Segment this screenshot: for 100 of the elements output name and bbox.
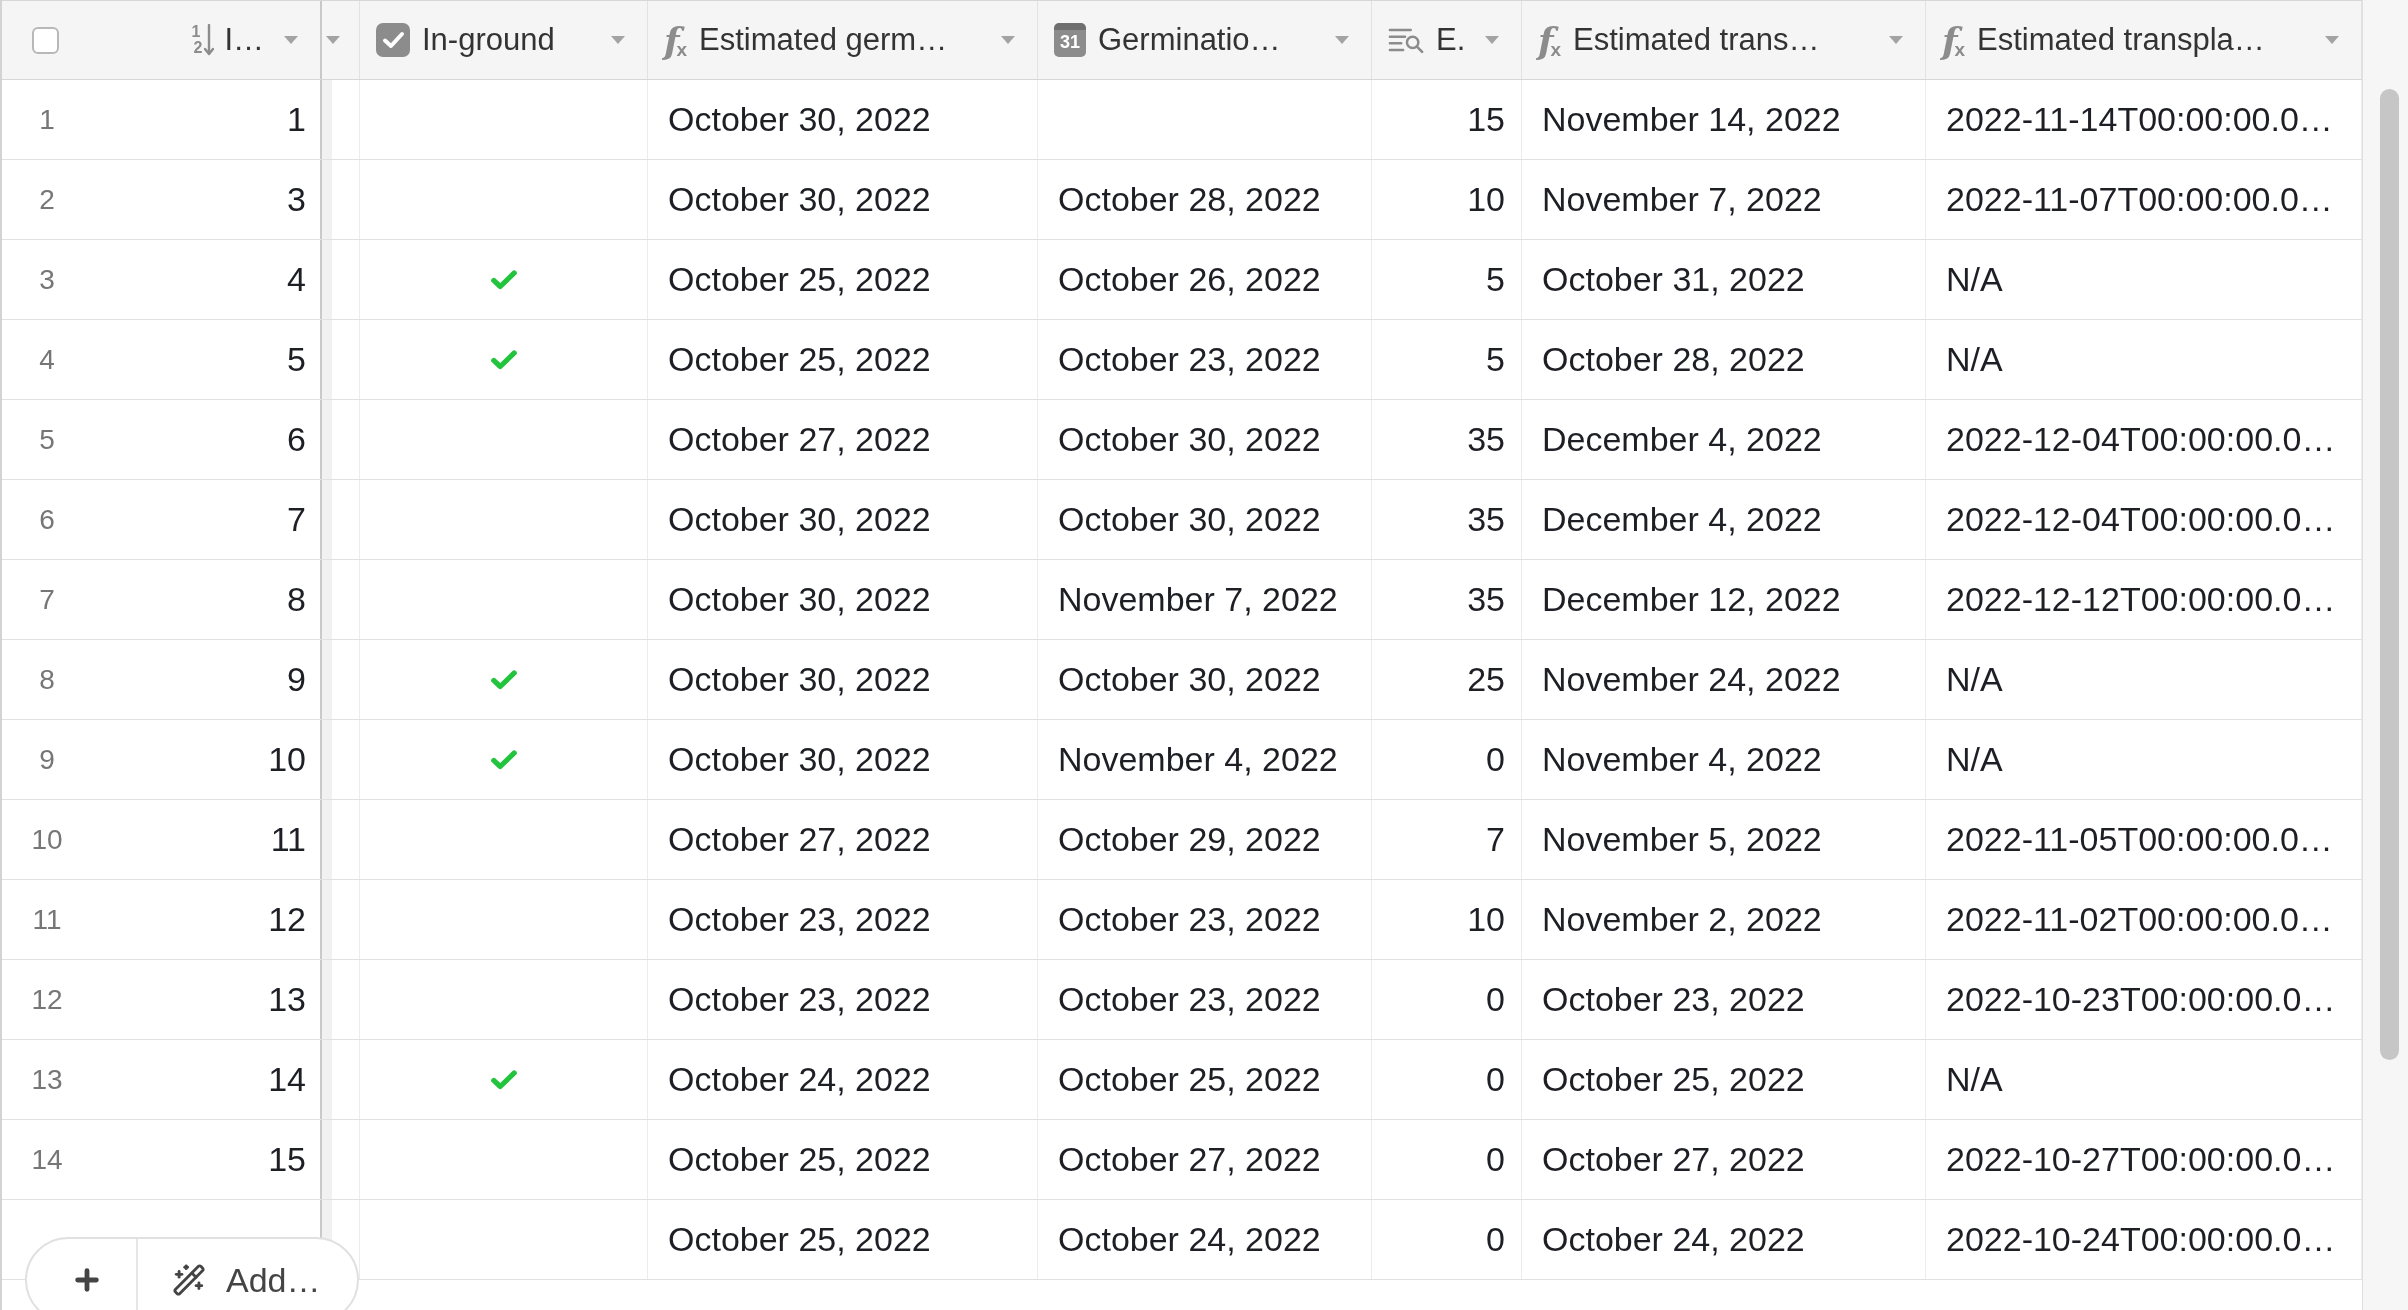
column-title[interactable]: I…	[224, 16, 264, 64]
table-cell-text: 2022-12-04T00:00:00.0…	[1946, 419, 2336, 460]
table-cell-text: October 23, 2022	[1058, 979, 1321, 1020]
table-cell-text: 11	[270, 819, 306, 860]
table-cell-text: 0	[1486, 739, 1505, 780]
table-cell-text: December 12, 2022	[1542, 579, 1841, 620]
table-cell-text: October 23, 2022	[668, 899, 931, 940]
row-number: 13	[30, 1062, 64, 1097]
table-cell-text: October 25, 2022	[1058, 1059, 1321, 1100]
column-title[interactable]: Estimated trans…	[1573, 16, 1820, 64]
table-cell-text: October 27, 2022	[1058, 1139, 1321, 1180]
row-number: 4	[38, 342, 56, 377]
table-cell-text: October 30, 2022	[668, 179, 931, 220]
row-number: 14	[30, 1142, 64, 1177]
checkbox-icon	[376, 23, 410, 57]
column-title[interactable]: Germinatio…	[1098, 16, 1281, 64]
add-menu-button[interactable]: Add…	[138, 1239, 357, 1310]
table-cell-text: November 14, 2022	[1542, 99, 1841, 140]
caret-down-icon[interactable]	[326, 36, 340, 44]
row-number: 2	[38, 182, 56, 217]
table-cell-text: 10	[268, 739, 306, 780]
table-cell-text: 5	[287, 339, 306, 380]
table-cell-text: 13	[268, 979, 306, 1020]
table-cell-text: 35	[1467, 499, 1505, 540]
table-cell-text: N/A	[1946, 1059, 2003, 1100]
table-cell-text: 5	[1486, 259, 1505, 300]
caret-down-icon[interactable]	[2325, 36, 2339, 44]
table-cell-text: 2022-10-23T00:00:00.0…	[1946, 979, 2336, 1020]
table-cell-text: 2022-10-27T00:00:00.0…	[1946, 1139, 2336, 1180]
table-cell-text: N/A	[1946, 739, 2003, 780]
table-cell-text: 2022-11-05T00:00:00.0…	[1946, 819, 2333, 860]
table-cell-text: 10	[1467, 179, 1505, 220]
table-cell-text: N/A	[1946, 659, 2003, 700]
caret-down-icon[interactable]	[284, 36, 298, 44]
column-title[interactable]: Estimated transpla…	[1977, 16, 2265, 64]
table-cell-text: December 4, 2022	[1542, 419, 1822, 460]
table-cell-text: 2022-11-07T00:00:00.0…	[1946, 179, 2333, 220]
table-cell-text: November 7, 2022	[1058, 579, 1338, 620]
magic-wand-icon	[172, 1263, 206, 1297]
caret-down-icon[interactable]	[1485, 36, 1499, 44]
table-cell-text: October 30, 2022	[668, 739, 931, 780]
table-cell-text: October 25, 2022	[668, 339, 931, 380]
table-cell-text: 0	[1486, 1059, 1505, 1100]
scrollbar-thumb[interactable]	[2380, 89, 2399, 1060]
row-number: 9	[38, 742, 56, 777]
table-cell-text: 35	[1467, 579, 1505, 620]
table-cell-text: October 25, 2022	[668, 1139, 931, 1180]
row-number: 8	[38, 662, 56, 697]
row-number: 6	[38, 502, 56, 537]
table-cell-text: October 30, 2022	[668, 499, 931, 540]
table-cell-text: October 27, 2022	[668, 819, 931, 860]
table-cell-text: October 25, 2022	[668, 1219, 931, 1260]
table-cell-text: October 30, 2022	[668, 99, 931, 140]
table-cell-text: 35	[1467, 419, 1505, 460]
caret-down-icon[interactable]	[1889, 36, 1903, 44]
row-number: 5	[38, 422, 56, 457]
table-cell-text: November 2, 2022	[1542, 899, 1822, 940]
table-cell-text: 12	[268, 899, 306, 940]
table-cell-text: October 26, 2022	[1058, 259, 1321, 300]
table-cell-text: 15	[268, 1139, 306, 1180]
row-number: 12	[30, 982, 64, 1017]
calendar-icon: 31	[1054, 23, 1086, 57]
column-title[interactable]: E.	[1436, 16, 1466, 64]
table-cell-text: 0	[1486, 1219, 1505, 1260]
column-title[interactable]: Estimated germ…	[699, 16, 948, 64]
caret-down-icon[interactable]	[1001, 36, 1015, 44]
table-cell-text: October 24, 2022	[1542, 1219, 1805, 1260]
table-cell-text: 3	[287, 179, 306, 220]
table-cell-text: October 30, 2022	[1058, 419, 1321, 460]
table-cell-text: 0	[1486, 1139, 1505, 1180]
table-cell-text: October 27, 2022	[668, 419, 931, 460]
table-cell-text: October 30, 2022	[668, 659, 931, 700]
table-cell-text: October 31, 2022	[1542, 259, 1805, 300]
table-cell-text: N/A	[1946, 339, 2003, 380]
table-cell-text: October 23, 2022	[668, 979, 931, 1020]
table-cell-text: October 24, 2022	[1058, 1219, 1321, 1260]
table-cell-text: 7	[287, 499, 306, 540]
table-cell-text: November 4, 2022	[1542, 739, 1822, 780]
table-cell-text: 8	[287, 579, 306, 620]
table-cell-text: 2022-12-12T00:00:00.0…	[1946, 579, 2336, 620]
table-cell-text: 0	[1486, 979, 1505, 1020]
function-icon: fx	[1942, 21, 1966, 59]
select-all-checkbox[interactable]	[32, 26, 59, 54]
table-cell-text: November 4, 2022	[1058, 739, 1338, 780]
caret-down-icon[interactable]	[611, 36, 625, 44]
table-cell-text: 4	[287, 259, 306, 300]
table-cell-text: October 28, 2022	[1058, 179, 1321, 220]
table-cell-text: 2022-10-24T00:00:00.0…	[1946, 1219, 2336, 1260]
table-cell-text: 10	[1467, 899, 1505, 940]
table-cell-text: October 23, 2022	[1058, 899, 1321, 940]
table-cell-text: 25	[1467, 659, 1505, 700]
table-cell-text: 15	[1467, 99, 1505, 140]
caret-down-icon[interactable]	[1335, 36, 1349, 44]
row-number: 11	[31, 902, 63, 937]
table-cell-text: 2022-11-14T00:00:00.0…	[1946, 99, 2333, 140]
table-cell-text: 2022-12-04T00:00:00.0…	[1946, 499, 2336, 540]
column-title[interactable]: In-ground	[422, 16, 555, 64]
row-number: 10	[30, 822, 64, 857]
table-cell-text: November 7, 2022	[1542, 179, 1822, 220]
table-cell-text: 14	[268, 1059, 306, 1100]
